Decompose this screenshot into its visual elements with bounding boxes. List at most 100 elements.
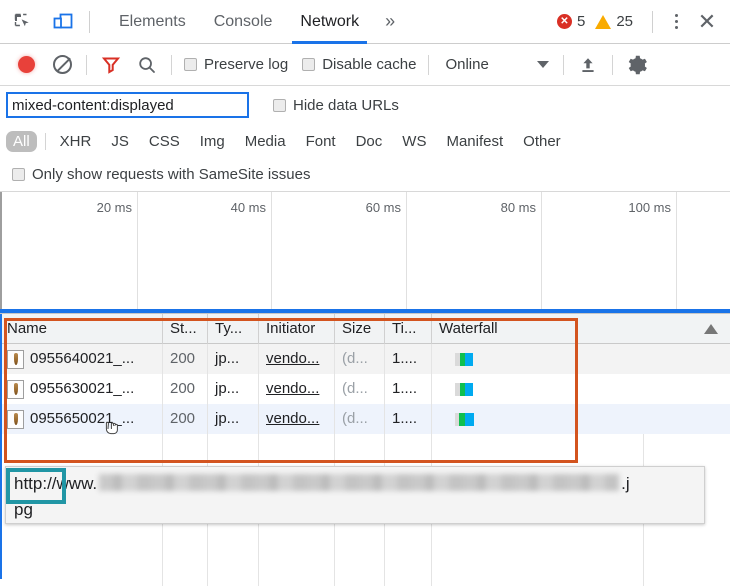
toolbar-divider-4 [562, 54, 564, 75]
cell-waterfall [432, 404, 730, 434]
cell-name-text: 0955630021_... [30, 380, 135, 397]
cell-waterfall [432, 374, 730, 404]
type-filter-manifest[interactable]: Manifest [439, 131, 510, 152]
filter-input[interactable] [6, 92, 249, 118]
type-filter-ws[interactable]: WS [395, 131, 433, 152]
initiator-link[interactable]: vendo... [266, 404, 319, 434]
disable-cache-checkbox[interactable]: Disable cache [302, 56, 416, 73]
preserve-log-box [184, 58, 197, 71]
requests-table: Name St... Ty... Initiator Size Ti... Wa… [0, 313, 730, 586]
type-filter-css[interactable]: CSS [142, 131, 187, 152]
samesite-row: Only show requests with SameSite issues [0, 158, 730, 192]
column-header-name[interactable]: Name [0, 313, 163, 344]
disable-cache-box [302, 58, 316, 71]
import-har-icon[interactable] [570, 55, 606, 75]
overview-tick-20ms: 20 ms [0, 192, 138, 313]
tab-console-label: Console [213, 12, 273, 30]
cell-status: 200 [163, 404, 208, 434]
waterfall-download-segment [465, 412, 474, 426]
search-icon[interactable] [129, 55, 165, 75]
cell-size: (d... [335, 344, 385, 374]
type-filter-media[interactable]: Media [238, 131, 293, 152]
kebab-menu-icon[interactable] [664, 7, 688, 37]
error-count: 5 [576, 13, 586, 30]
warning-count: 25 [616, 13, 633, 30]
cell-size: (d... [335, 404, 385, 434]
cell-type: jp... [208, 374, 259, 404]
filter-row: Hide data URLs [0, 86, 730, 124]
inspect-element-icon[interactable] [6, 5, 40, 39]
warning-badge[interactable]: 25 [595, 13, 633, 30]
error-badge[interactable]: ✕ 5 [556, 13, 586, 30]
clear-icon[interactable] [44, 55, 80, 74]
url-suffix: .j [621, 474, 630, 493]
column-header-initiator[interactable]: Initiator [259, 313, 335, 344]
type-filter-doc[interactable]: Doc [349, 131, 390, 152]
tabbar-right-divider [652, 10, 653, 33]
image-thumbnail-icon [7, 379, 24, 399]
filter-funnel-icon[interactable] [93, 55, 129, 75]
cell-initiator[interactable]: vendo... [259, 374, 335, 404]
type-filter-font[interactable]: Font [299, 131, 343, 152]
toolbar-divider-1 [86, 54, 87, 75]
more-tabs-icon[interactable]: » [373, 0, 407, 44]
gear-icon[interactable] [619, 54, 655, 76]
hide-data-urls-label: Hide data URLs [293, 96, 399, 114]
table-row[interactable]: 0955630021_... 200 jp... vendo... (d... … [0, 374, 730, 404]
sort-ascending-icon[interactable] [704, 323, 718, 334]
tab-elements[interactable]: Elements [105, 0, 200, 44]
device-toolbar-icon[interactable] [46, 5, 80, 39]
preserve-log-checkbox[interactable]: Preserve log [184, 56, 288, 73]
hide-data-urls-checkbox[interactable]: Hide data URLs [273, 97, 399, 114]
hide-data-urls-box [273, 98, 286, 112]
initiator-link[interactable]: vendo... [266, 344, 319, 374]
preserve-log-label: Preserve log [204, 56, 289, 73]
samesite-checkbox[interactable]: Only show requests with SameSite issues [12, 166, 310, 183]
column-header-size[interactable]: Size [335, 313, 385, 344]
network-overview[interactable]: 20 ms 40 ms 60 ms 80 ms 100 ms [0, 192, 730, 314]
column-header-waterfall[interactable]: Waterfall [432, 314, 730, 344]
warning-icon [595, 14, 612, 29]
network-toolbar: Preserve log Disable cache Online [0, 44, 730, 86]
overview-tick-label-80ms: 80 ms [500, 200, 536, 215]
initiator-link[interactable]: vendo... [266, 374, 319, 404]
type-filter-divider [44, 132, 46, 150]
panel-tabs: Elements Console Network » [105, 0, 407, 44]
table-header-row: Name St... Ty... Initiator Size Ti... Wa… [0, 313, 730, 344]
cell-time: 1.... [385, 344, 432, 374]
type-filter-js[interactable]: JS [104, 131, 136, 152]
cell-type: jp... [208, 404, 259, 434]
table-row[interactable]: 0955640021_... 200 jp... vendo... (d... … [0, 344, 730, 374]
overview-tick-60ms: 60 ms [271, 192, 407, 313]
error-icon: ✕ [556, 14, 572, 29]
tab-console[interactable]: Console [200, 0, 287, 44]
tab-network[interactable]: Network [286, 0, 373, 44]
samesite-label: Only show requests with SameSite issues [32, 166, 311, 183]
close-icon[interactable]: ✕ [692, 7, 722, 37]
overview-tick-label-20ms: 20 ms [96, 200, 132, 215]
table-row[interactable]: 0955650021_... 200 jp... vendo... (d... … [0, 404, 730, 435]
overview-tick-label-60ms: 60 ms [365, 200, 401, 215]
tabbar-divider [89, 10, 90, 33]
type-filter-other[interactable]: Other [516, 131, 568, 152]
cell-waterfall [432, 344, 730, 374]
overview-tick-label-40ms: 40 ms [230, 200, 266, 215]
type-filter-img[interactable]: Img [193, 131, 232, 152]
cell-type: jp... [208, 344, 259, 374]
record-button[interactable] [8, 56, 44, 73]
cell-status: 200 [163, 374, 208, 404]
column-header-type[interactable]: Ty... [208, 313, 259, 344]
type-filter-xhr[interactable]: XHR [53, 131, 99, 152]
column-header-time[interactable]: Ti... [385, 313, 432, 344]
mouse-cursor-icon [105, 421, 118, 435]
type-filter-all[interactable]: All [6, 130, 37, 152]
cell-initiator[interactable]: vendo... [259, 404, 335, 434]
cell-initiator[interactable]: vendo... [259, 344, 335, 374]
throttling-dropdown[interactable]: Online [445, 56, 549, 73]
devtools-tabbar: Elements Console Network » ✕ 5 25 ✕ [0, 0, 730, 44]
cell-status: 200 [163, 344, 208, 374]
waterfall-bar [455, 352, 473, 366]
column-header-status[interactable]: St... [163, 313, 208, 344]
toolbar-divider-2 [171, 54, 172, 75]
overview-bottom-bar [0, 309, 730, 313]
